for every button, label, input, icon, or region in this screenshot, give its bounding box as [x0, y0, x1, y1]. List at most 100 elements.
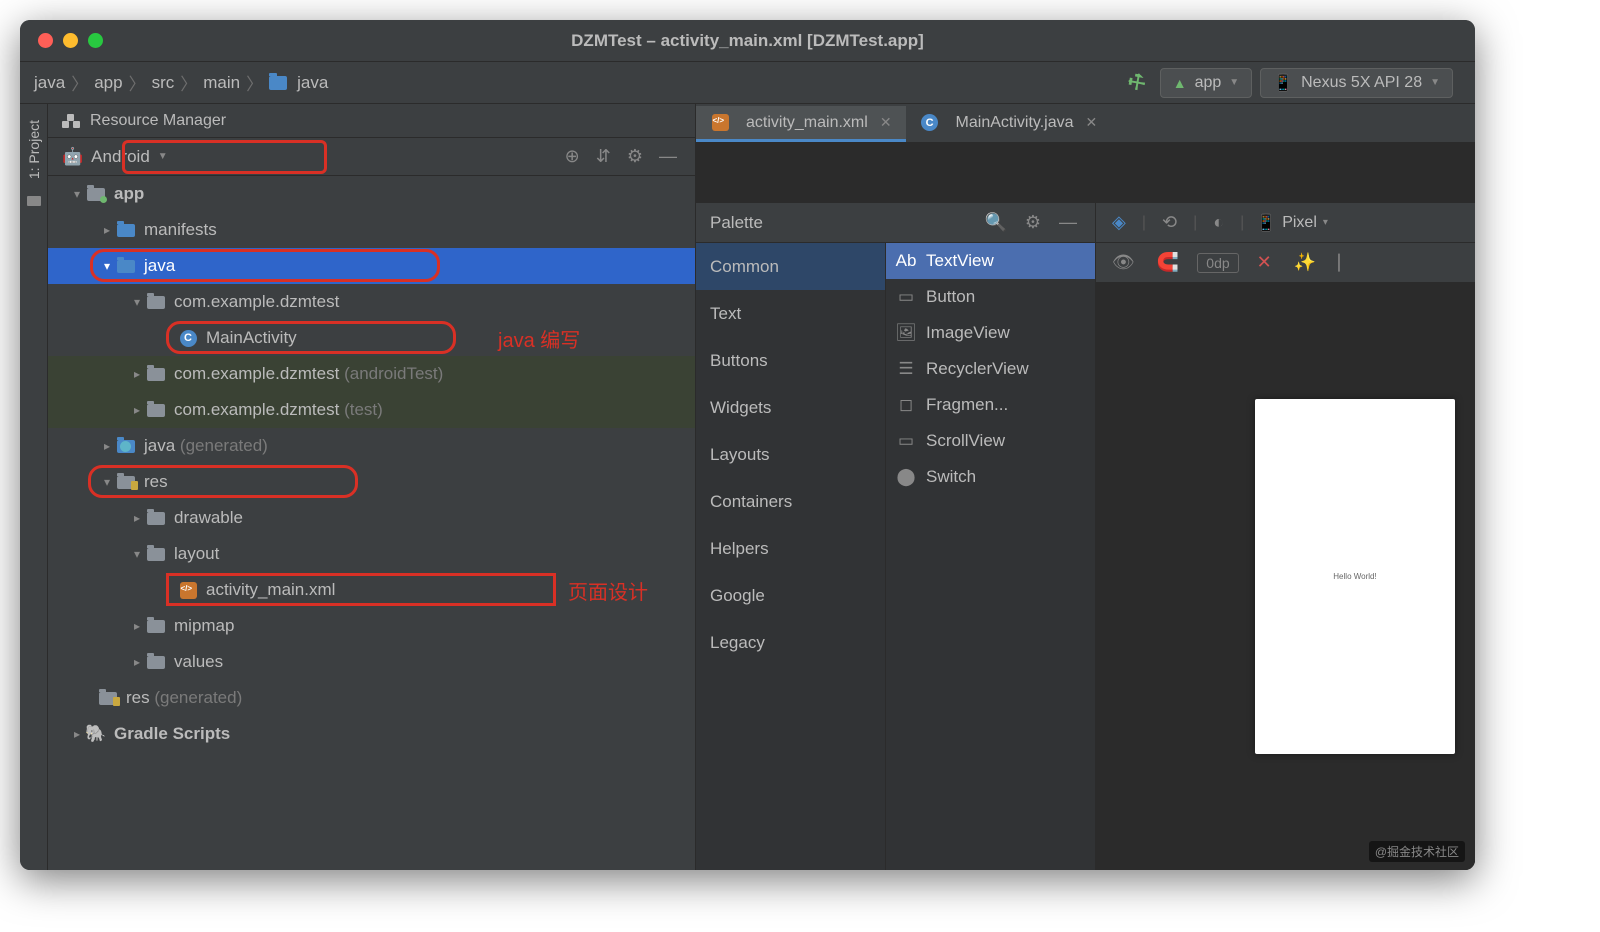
gear-icon[interactable]: ⚙: [1021, 212, 1045, 233]
minimize-icon[interactable]: —: [655, 146, 681, 167]
default-margin[interactable]: 0dp: [1197, 253, 1238, 273]
close-tab-icon[interactable]: ✕: [1086, 114, 1098, 131]
tree-node-values[interactable]: ▸ values: [48, 644, 695, 680]
package-icon: [147, 296, 165, 309]
palette-category[interactable]: Layouts: [696, 431, 885, 478]
palette-item[interactable]: ◻Fragmen...: [886, 387, 1095, 423]
module-folder-icon: [87, 188, 105, 201]
guideline-icon[interactable]: ⎸: [1334, 252, 1360, 273]
tree-node-test[interactable]: ▸ com.example.dzmtest (test): [48, 392, 695, 428]
textview-icon: Ab: [896, 251, 916, 271]
minimize-window-button[interactable]: [63, 33, 78, 48]
tree-node-manifests[interactable]: ▸ manifests: [48, 212, 695, 248]
eye-icon[interactable]: 👁: [1108, 252, 1139, 273]
gear-icon[interactable]: ⚙: [623, 146, 647, 167]
design-canvas[interactable]: Hello World!: [1096, 283, 1475, 870]
project-view-label[interactable]: Android: [91, 147, 150, 167]
resource-manager-bar[interactable]: Resource Manager: [48, 104, 695, 138]
minimize-icon[interactable]: —: [1055, 212, 1081, 233]
palette-category[interactable]: Google: [696, 572, 885, 619]
expand-icon[interactable]: ▾: [128, 295, 146, 309]
wand-icon[interactable]: ✨: [1290, 252, 1320, 273]
tree-node-main-activity[interactable]: C MainActivity java 编写: [48, 320, 695, 356]
editor-tab-java[interactable]: C MainActivity.java ✕: [906, 106, 1112, 142]
close-tab-icon[interactable]: ✕: [880, 114, 892, 131]
device-icon: 📱: [1273, 73, 1293, 93]
tree-node-res[interactable]: ▾ res: [48, 464, 695, 500]
expand-icon[interactable]: ▸: [128, 367, 146, 381]
night-mode-icon[interactable]: ◐: [1209, 212, 1228, 233]
breadcrumb-item[interactable]: app: [94, 73, 122, 93]
package-icon: [147, 368, 165, 381]
palette-category[interactable]: Helpers: [696, 525, 885, 572]
expand-icon[interactable]: ▸: [98, 223, 116, 237]
device-label: Nexus 5X API 28: [1301, 74, 1422, 92]
tree-node-java-generated[interactable]: ▸ java (generated): [48, 428, 695, 464]
device-selector[interactable]: 📱 Nexus 5X API 28 ▼: [1260, 68, 1453, 98]
expand-icon[interactable]: ▸: [128, 619, 146, 633]
breadcrumb-item[interactable]: java: [297, 73, 328, 93]
tree-node-mipmap[interactable]: ▸ mipmap: [48, 608, 695, 644]
layers-icon[interactable]: ◈: [1108, 212, 1130, 233]
folder-icon: [147, 656, 165, 669]
rotate-icon[interactable]: ⟲: [1158, 212, 1181, 233]
palette-category[interactable]: Legacy: [696, 619, 885, 666]
tree-node-gradle[interactable]: ▸ 🐘 Gradle Scripts: [48, 716, 695, 752]
expand-icon[interactable]: ▾: [128, 547, 146, 561]
palette-item[interactable]: ☰RecyclerView: [886, 351, 1095, 387]
palette-item[interactable]: 🖼ImageView: [886, 315, 1095, 351]
tree-node-package[interactable]: ▾ com.example.dzmtest: [48, 284, 695, 320]
tree-node-drawable[interactable]: ▸ drawable: [48, 500, 695, 536]
breadcrumb-item[interactable]: java: [34, 73, 65, 93]
expand-icon[interactable]: ▸: [98, 439, 116, 453]
maximize-window-button[interactable]: [88, 33, 103, 48]
collapse-icon[interactable]: ⇵: [592, 146, 615, 167]
expand-icon[interactable]: ▸: [128, 511, 146, 525]
tree-node-android-test[interactable]: ▸ com.example.dzmtest (androidTest): [48, 356, 695, 392]
expand-icon[interactable]: ▾: [68, 187, 86, 201]
palette-item[interactable]: AbTextView: [886, 243, 1095, 279]
xml-file-icon: [712, 114, 729, 131]
palette-item[interactable]: ▭ScrollView: [886, 423, 1095, 459]
folder-icon: [117, 224, 135, 237]
palette-category[interactable]: Widgets: [696, 384, 885, 431]
expand-icon[interactable]: ▸: [128, 403, 146, 417]
fragment-icon: ◻: [896, 395, 916, 415]
magnet-icon[interactable]: 🧲: [1153, 252, 1183, 273]
expand-icon[interactable]: ▸: [128, 655, 146, 669]
tree-node-app[interactable]: ▾ app: [48, 176, 695, 212]
device-picker[interactable]: 📱 Pixel ▾: [1256, 213, 1328, 233]
project-tool-tab[interactable]: 1: Project: [24, 114, 44, 185]
palette-category[interactable]: Common: [696, 243, 885, 290]
palette-category[interactable]: Buttons: [696, 337, 885, 384]
breadcrumb-item[interactable]: src: [152, 73, 175, 93]
expand-icon[interactable]: ▾: [98, 259, 116, 273]
search-icon[interactable]: 🔍: [980, 212, 1010, 233]
palette-category[interactable]: Containers: [696, 478, 885, 525]
tree-node-res-generated[interactable]: res (generated): [48, 680, 695, 716]
recyclerview-icon: ☰: [896, 359, 916, 379]
target-icon[interactable]: ⊕: [561, 146, 584, 167]
editor-tab-xml[interactable]: activity_main.xml ✕: [696, 106, 906, 142]
tree-node-java[interactable]: ▾ java: [48, 248, 695, 284]
expand-icon[interactable]: ▾: [98, 475, 116, 489]
palette-item[interactable]: ▭Button: [886, 279, 1095, 315]
palette-header: Palette 🔍 ⚙ —: [696, 203, 1095, 243]
tree-label: values: [174, 652, 223, 672]
build-icon[interactable]: ⚒: [1122, 67, 1151, 98]
tree-label: com.example.dzmtest: [174, 364, 339, 384]
palette-body: Common Text Buttons Widgets Layouts Cont…: [696, 243, 1095, 870]
breadcrumb-item[interactable]: main: [203, 73, 240, 93]
clear-constraints-icon[interactable]: ✕: [1253, 252, 1276, 273]
close-window-button[interactable]: [38, 33, 53, 48]
palette-category[interactable]: Text: [696, 290, 885, 337]
expand-icon[interactable]: ▸: [68, 727, 86, 741]
tree-node-layout[interactable]: ▾ layout: [48, 536, 695, 572]
chevron-right-icon: 〉: [246, 70, 263, 95]
run-config-selector[interactable]: ▲ app ▼: [1160, 68, 1252, 98]
tree-node-activity-xml[interactable]: activity_main.xml 页面设计: [48, 572, 695, 608]
tool-icon[interactable]: [26, 193, 42, 207]
palette-item[interactable]: ⬤Switch: [886, 459, 1095, 495]
chevron-down-icon[interactable]: ▼: [158, 151, 168, 162]
device-preview[interactable]: Hello World!: [1255, 399, 1455, 754]
